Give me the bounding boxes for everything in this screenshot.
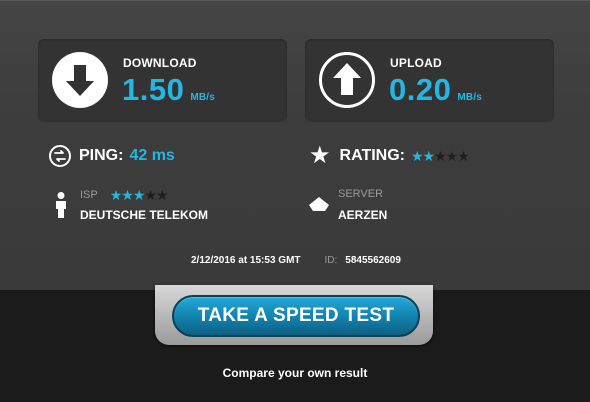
download-value: 1.50	[122, 72, 185, 107]
isp-star-3: ★	[132, 187, 146, 203]
star-icon: ★	[309, 142, 331, 169]
isp-label: ISP	[80, 189, 98, 201]
upload-box: UPLOAD 0.20 MB/s	[305, 39, 554, 122]
rating-star-4: ★	[445, 148, 459, 164]
rating-row: ★ RATING: ★ ★ ★ ★ ★	[309, 142, 470, 169]
server-icon	[308, 196, 330, 217]
upload-arrow-icon	[319, 52, 375, 108]
upload-unit: MB/s	[457, 92, 483, 103]
rating-stars: ★ ★ ★ ★ ★	[410, 148, 470, 164]
server-label: SERVER	[338, 188, 384, 200]
download-unit: MB/s	[190, 92, 216, 103]
upload-value: 0.20	[389, 72, 452, 107]
ping-row: PING: 42 ms	[49, 144, 175, 168]
isp-stars: ★ ★ ★ ★ ★	[109, 187, 169, 203]
isp-star-4: ★	[144, 187, 157, 203]
isp-star-1: ★	[109, 187, 123, 203]
result-card: DOWNLOAD 1.50 MB/s UPLOAD 0.20 MB/s PING: …	[0, 0, 590, 290]
result-meta: 2/12/2016 at 15:53 GMT ID: 5845562609	[191, 255, 401, 266]
rating-star-2: ★	[422, 148, 436, 164]
isp-star-2: ★	[121, 187, 134, 203]
download-arrow-icon	[52, 52, 108, 108]
take-speed-test-button[interactable]: TAKE A SPEED TEST	[172, 295, 420, 337]
rating-star-5: ★	[457, 148, 470, 164]
button-frame: TAKE A SPEED TEST	[155, 285, 433, 345]
speedtest-result-page: DOWNLOAD 1.50 MB/s UPLOAD 0.20 MB/s PING: …	[0, 0, 590, 402]
isp-name: DEUTSCHE TELEKOM	[80, 208, 209, 222]
download-box: DOWNLOAD 1.50 MB/s	[38, 39, 287, 122]
download-value-line: 1.50 MB/s	[122, 72, 215, 108]
rating-star-3: ★	[434, 148, 447, 164]
person-icon	[54, 192, 68, 223]
compare-result-text: Compare your own result	[222, 366, 368, 380]
ping-label: PING:	[79, 147, 124, 164]
download-label: DOWNLOAD	[123, 56, 197, 70]
server-name: AERZEN	[338, 208, 388, 222]
rating-star-1: ★	[410, 148, 424, 164]
rating-label: RATING:	[339, 147, 405, 164]
upload-label: UPLOAD	[390, 56, 442, 70]
ping-icon	[49, 145, 71, 167]
result-id-value: 5845562609	[345, 255, 401, 266]
upload-value-line: 0.20 MB/s	[389, 72, 482, 108]
result-date: 2/12/2016 at 15:53 GMT	[191, 255, 301, 266]
result-id-label: ID:	[324, 255, 338, 266]
isp-star-5: ★	[155, 187, 169, 203]
isp-label-row: ISP ★ ★ ★ ★ ★	[80, 187, 169, 203]
ping-value: 42 ms	[129, 147, 175, 164]
